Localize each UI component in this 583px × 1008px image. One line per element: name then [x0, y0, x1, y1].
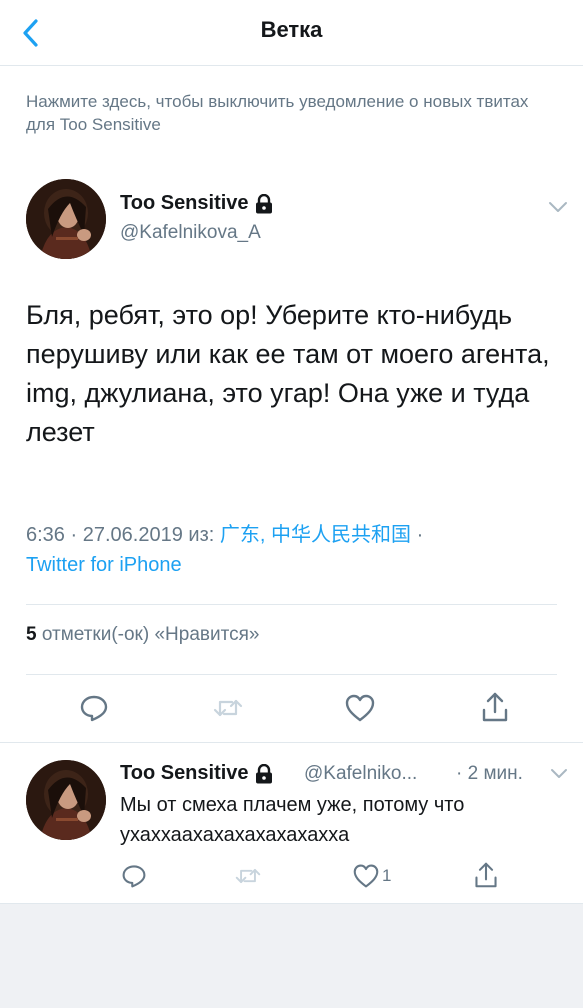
heart-icon [345, 694, 375, 722]
tweet-client-link[interactable]: Twitter for iPhone [26, 554, 182, 576]
navigation-header: Ветка [0, 0, 583, 66]
retweet-button[interactable] [210, 690, 246, 726]
likes-count: 5 [26, 624, 37, 645]
lock-icon [255, 193, 273, 214]
from-label: из: [188, 524, 215, 546]
tweet-author-handle[interactable]: @Kafelnikova_A [120, 222, 261, 244]
reply-author-name-text: Too Sensitive [120, 762, 249, 784]
tweet-time: 6:36 [26, 524, 65, 546]
notification-toggle-notice[interactable]: Нажмите здесь, чтобы выключить уведомлен… [26, 90, 546, 136]
author-name-text: Too Sensitive [120, 192, 249, 214]
reply-text: Мы от смеха плачем уже, потому что ухахх… [120, 794, 465, 846]
tweet-author-name[interactable]: Too Sensitive [120, 192, 273, 215]
retweet-icon [213, 699, 243, 717]
heart-icon [353, 864, 379, 888]
bottom-empty-area [0, 903, 583, 1008]
divider [26, 674, 557, 675]
divider [0, 742, 583, 743]
reply-more-button[interactable] [550, 767, 568, 785]
chevron-down-icon [549, 202, 567, 212]
meta-separator: · [416, 524, 424, 546]
reply-icon [80, 695, 108, 722]
reply-like-count: 1 [382, 866, 392, 885]
reply-reply-button[interactable] [118, 861, 150, 891]
chevron-down-icon [551, 769, 567, 778]
like-button[interactable] [342, 690, 378, 726]
likes-summary[interactable]: 5 отметки(-ок) «Нравится» [26, 624, 259, 646]
divider [26, 604, 557, 605]
reply-share-button[interactable] [470, 859, 502, 891]
reply-retweet-button[interactable] [232, 861, 264, 891]
tweet-location-link[interactable]: 广东, 中华人民共和国 [220, 524, 411, 546]
reply-button[interactable] [76, 690, 112, 726]
retweet-icon [235, 868, 261, 884]
page-title: Ветка [260, 17, 323, 42]
meta-separator: · [70, 524, 78, 546]
reply-author-name[interactable]: Too Sensitive [120, 762, 273, 785]
tweet-meta: 6:36 · 27.06.2019 из: 广东, 中华人民共和国 · Twit… [26, 520, 566, 580]
tweet-date: 27.06.2019 [82, 524, 183, 546]
reply-timestamp: · 2 мин. [456, 763, 523, 784]
reply-like-button[interactable]: 1 [352, 861, 400, 891]
share-button[interactable] [477, 688, 513, 726]
share-icon [482, 692, 508, 722]
reply-icon [122, 865, 146, 888]
avatar[interactable] [26, 179, 106, 259]
share-icon [475, 862, 497, 888]
tweet-text: Бля, ребят, это ор! Уберите кто-нибудь п… [26, 300, 550, 447]
reply-avatar[interactable] [26, 760, 106, 840]
lock-icon [255, 763, 273, 784]
reply-author-handle[interactable]: @Kafelniko... [304, 763, 417, 785]
likes-label: отметки(-ок) «Нравится» [41, 624, 260, 645]
tweet-more-button[interactable] [548, 200, 568, 219]
